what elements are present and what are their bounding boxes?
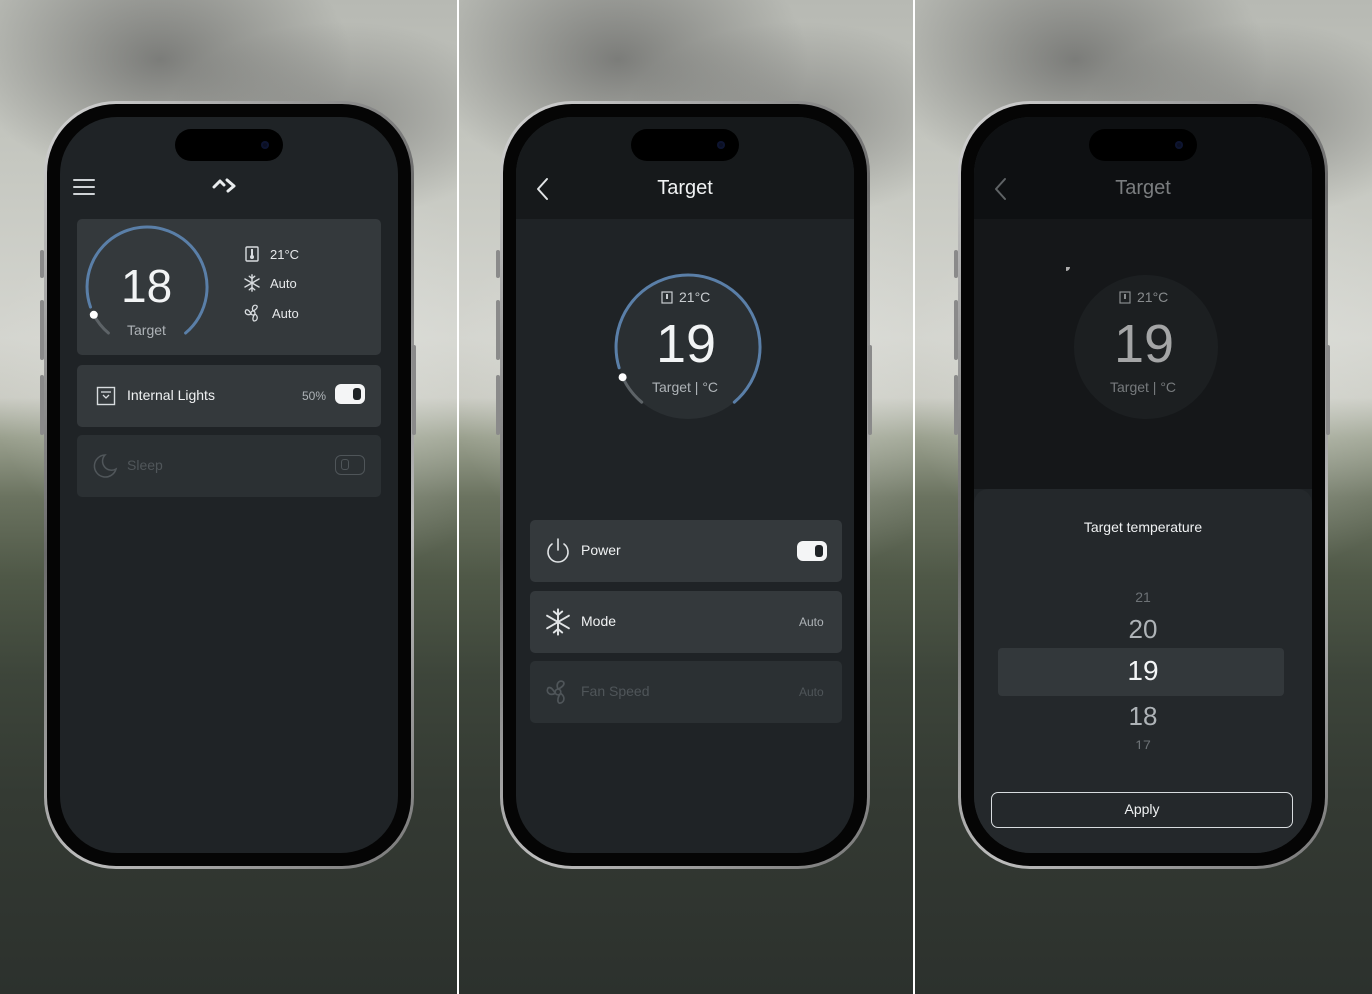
info-row-mode: Auto — [243, 274, 297, 292]
phone-side-button — [412, 345, 416, 435]
moon-icon — [93, 454, 118, 478]
mode-row[interactable]: Mode Auto — [530, 591, 842, 653]
dim-overlay — [974, 117, 1312, 489]
sleep-label: Sleep — [127, 457, 163, 473]
picker-option[interactable]: 17 — [974, 737, 1312, 749]
picker-option[interactable]: 20 — [974, 614, 1312, 645]
dynamic-island — [175, 129, 283, 161]
dynamic-island — [1089, 129, 1197, 161]
hamburger-menu-icon[interactable] — [73, 179, 95, 200]
page-title: Target — [657, 177, 713, 199]
picker-option[interactable]: 21 — [974, 589, 1312, 602]
phone-side-button — [1326, 345, 1330, 435]
phone-side-button — [868, 345, 872, 435]
apply-button[interactable]: Apply — [991, 792, 1293, 828]
brand-logo-icon — [212, 178, 236, 193]
phone-side-button — [496, 250, 500, 278]
target-value: 18 — [121, 260, 173, 312]
thermometer-icon — [245, 246, 259, 262]
sleep-toggle[interactable] — [335, 455, 365, 475]
picker-screen: Target 21°C 19 Target | °C Target temper… — [974, 117, 1312, 853]
phone-side-button — [40, 375, 44, 435]
home-screen: 18 Target 21°C Auto Auto Internal Lights… — [60, 117, 398, 853]
lights-icon — [96, 386, 116, 406]
power-toggle[interactable] — [797, 541, 827, 561]
phone-side-button — [496, 300, 500, 360]
lights-toggle[interactable] — [335, 384, 365, 404]
fan-value: Auto — [272, 305, 299, 321]
fan-speed-label: Fan Speed — [581, 683, 650, 699]
power-row[interactable]: Power — [530, 520, 842, 582]
mode-value: Auto — [799, 615, 824, 629]
target-screen: Target 21°C 19 Target | °C Power Mode Au… — [516, 117, 854, 853]
phone-side-button — [954, 250, 958, 278]
target-unit-label: Target | °C — [652, 379, 719, 395]
power-icon — [547, 538, 569, 563]
fan-speed-row[interactable]: Fan Speed Auto — [530, 661, 842, 723]
phone-side-button — [954, 375, 958, 435]
current-temperature: 21°C — [679, 289, 711, 305]
target-value: 19 — [656, 314, 717, 374]
internal-lights-row[interactable]: Internal Lights 50% — [77, 365, 381, 427]
fan-icon — [244, 304, 258, 322]
phone-side-button — [40, 300, 44, 360]
snowflake-icon — [546, 608, 570, 636]
thermometer-icon — [661, 290, 673, 304]
climate-status-card[interactable]: 18 Target 21°C Auto Auto — [77, 219, 381, 355]
info-row-fan: Auto — [243, 303, 299, 323]
sheet-title: Target temperature — [1083, 519, 1203, 535]
current-temp-readout: 21°C — [661, 289, 710, 305]
dynamic-island — [631, 129, 739, 161]
fan-icon — [546, 680, 565, 705]
sleep-row[interactable]: Sleep — [77, 435, 381, 497]
phone-home: 18 Target 21°C Auto Auto Internal Lights… — [44, 101, 414, 869]
fan-speed-value: Auto — [799, 685, 824, 699]
phone-side-button — [496, 375, 500, 435]
current-temperature: 21°C — [270, 246, 300, 262]
mode-label: Mode — [581, 613, 617, 629]
picker-option-selected[interactable]: 19 — [974, 655, 1312, 687]
phone-side-button — [954, 300, 958, 360]
phone-side-button — [40, 250, 44, 278]
mode-value: Auto — [270, 275, 297, 291]
target-temperature-sheet: Target temperature 21 20 19 18 17 Apply — [974, 489, 1312, 853]
power-label: Power — [581, 542, 621, 558]
picker-option[interactable]: 18 — [974, 701, 1312, 732]
lights-brightness: 50% — [302, 389, 327, 403]
lights-label: Internal Lights — [127, 387, 215, 403]
phone-picker: Target 21°C 19 Target | °C Target temper… — [958, 101, 1328, 869]
target-label: Target — [127, 322, 166, 338]
info-row-temperature: 21°C — [243, 245, 299, 263]
snowflake-icon — [244, 274, 260, 292]
phone-target: Target 21°C 19 Target | °C Power Mode Au… — [500, 101, 870, 869]
